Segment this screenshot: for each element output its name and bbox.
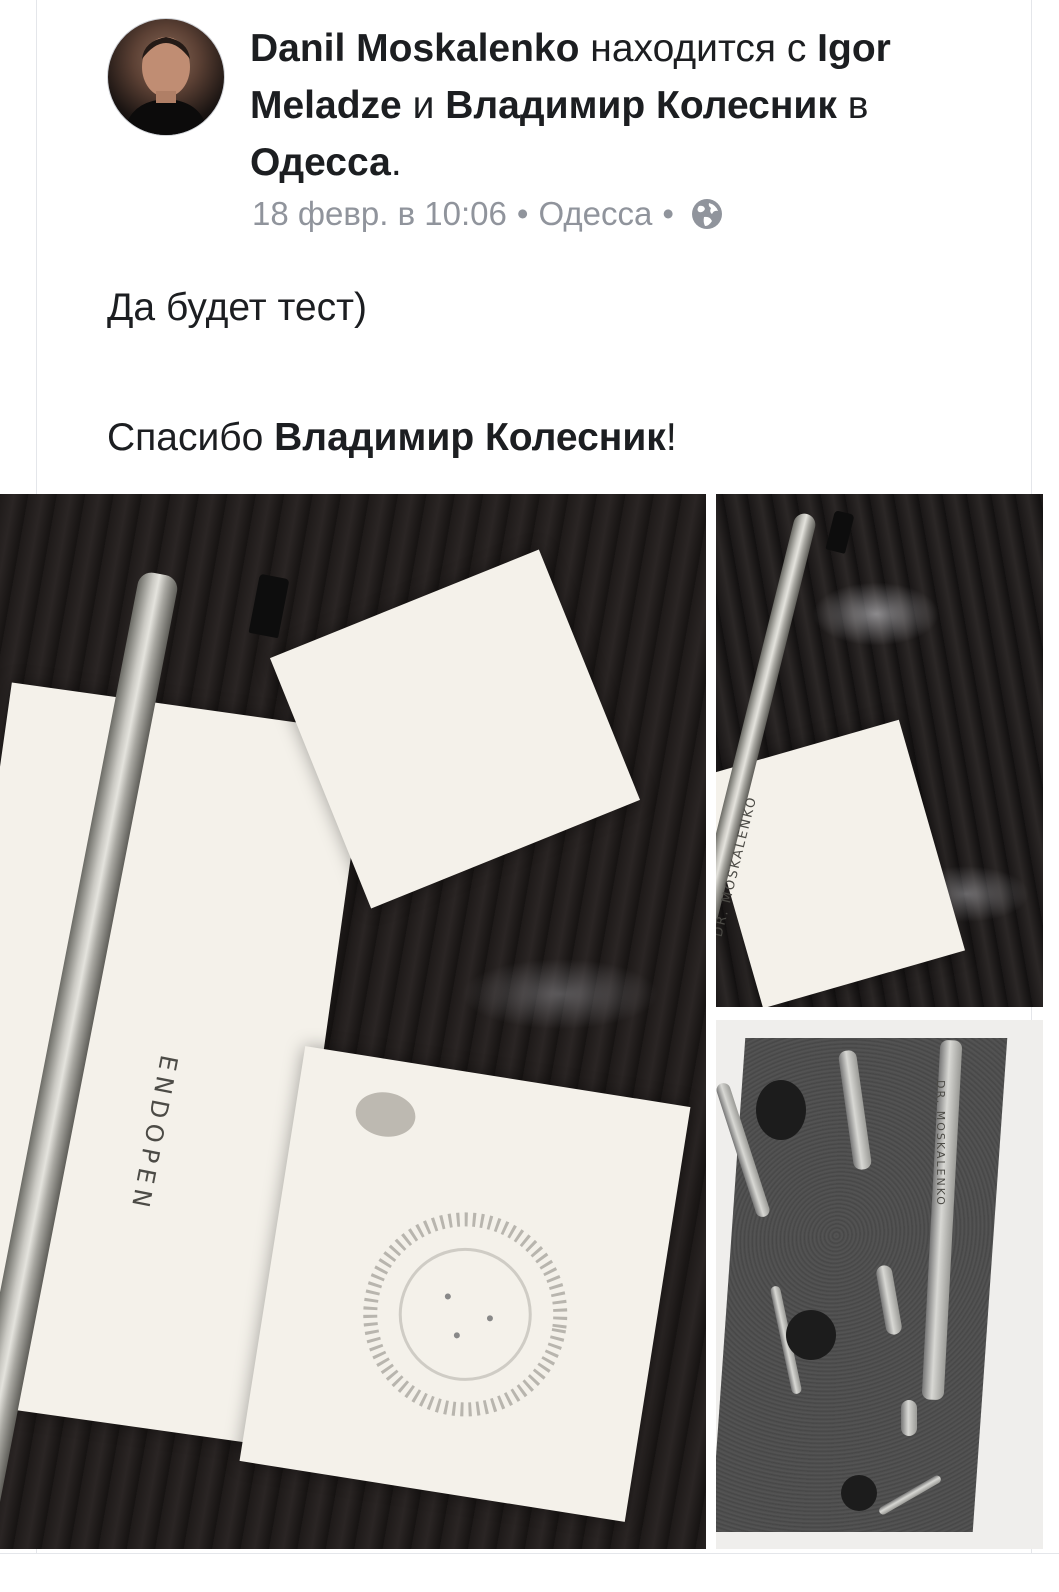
brush-tip <box>825 510 855 554</box>
and-text: и <box>412 84 435 127</box>
white-card-with-diagram <box>239 1046 691 1522</box>
with-text: находится с <box>590 27 807 70</box>
exclamation: ! <box>665 416 677 459</box>
meta-separator: • <box>516 195 529 232</box>
post-text-line-1: Да будет тест) <box>107 286 367 329</box>
avatar-face-icon <box>124 37 208 135</box>
brush-tip <box>248 573 290 639</box>
post-headline: Danil Moskalenko находится с Igor Meladz… <box>250 20 1050 191</box>
photo-main[interactable]: ENDOPEN <box>0 494 706 1549</box>
foam-slot <box>841 1475 877 1511</box>
photo-side-top[interactable]: DR. MOSKALENKO <box>716 494 1043 1007</box>
author-avatar[interactable] <box>107 18 225 136</box>
location-period: . <box>390 141 402 184</box>
thanks-text: Спасибо <box>107 416 264 459</box>
globe-icon[interactable] <box>690 197 724 231</box>
foam-slot <box>786 1310 836 1360</box>
location-link[interactable]: Одесса <box>250 141 391 184</box>
meta-separator: • <box>662 195 674 232</box>
mention-link[interactable]: Владимир Колесник <box>274 416 666 459</box>
in-text: в <box>847 84 869 127</box>
post-text-line-2: Спасибо Владимир Колесник! <box>107 410 1007 466</box>
post-meta: 18 февр. в 10:06 • Одесса • <box>252 195 724 233</box>
post-text: Да будет тест) Спасибо Владимир Колесник… <box>107 280 1007 466</box>
post-footer-divider <box>0 1553 1059 1592</box>
tool-piece <box>901 1400 917 1436</box>
foam-slot <box>756 1080 806 1140</box>
meta-location-link[interactable]: Одесса <box>538 195 652 233</box>
author-name-link[interactable]: Danil Moskalenko <box>250 27 579 70</box>
photo-side-bottom[interactable]: DR. MOSKALENKO <box>716 1020 1043 1549</box>
post-timestamp-link[interactable]: 18 февр. в 10:06 <box>252 195 507 233</box>
circle-diagram-icon <box>355 1092 568 1417</box>
tool-engraving: DR. MOSKALENKO <box>934 1080 947 1207</box>
tagged-user-2-link[interactable]: Владимир Колесник <box>445 84 837 127</box>
